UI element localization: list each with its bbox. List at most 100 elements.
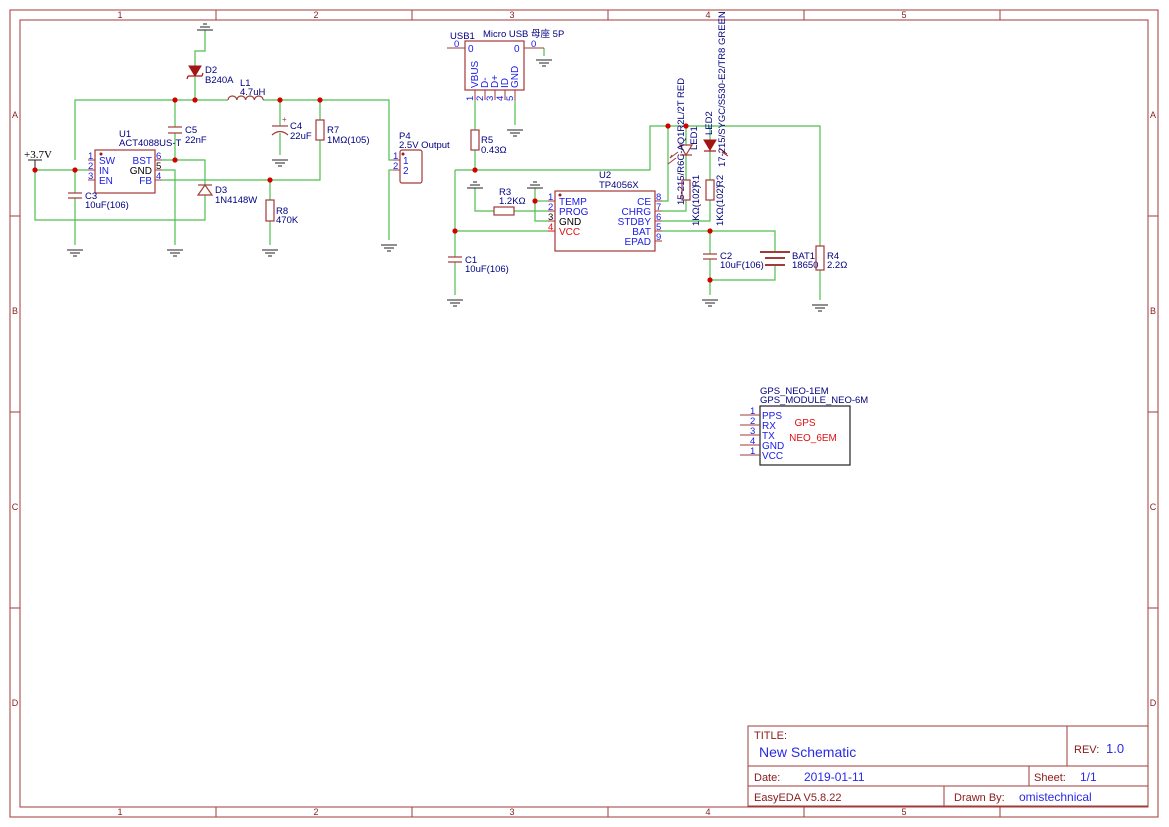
pin-name: FB [139,176,152,187]
junction-dot [267,177,273,183]
ic-u1[interactable]: U1 ACT4088US-T 1 2 3 SW IN EN 6 5 4 BST … [88,129,181,194]
capacitor-c1[interactable]: C1 10uF(106) [448,255,509,275]
pin-name: 0 [514,44,520,55]
ground-icon [262,249,278,257]
pin-name: 0 [468,44,474,55]
pin-number: 4 [156,171,161,182]
power-flag-3v7[interactable]: +3.7V [24,149,52,170]
value-label: 10uF(106) [720,260,764,271]
value-label: 10uF(106) [85,200,129,211]
title-block: TITLE: New Schematic REV: 1.0 Date: 2019… [747,725,1149,807]
value-label: ACT4088US-T [119,138,181,149]
ref-label: LED1 [689,126,700,150]
resistor-r8[interactable]: R8 470K [265,199,299,226]
ground-icon [812,304,828,312]
sheet-value: 1/1 [1080,770,1097,784]
capacitor-c3[interactable]: C3 10uF(106) [68,191,129,211]
capacitor-c2[interactable]: C2 10uF(106) [703,251,764,271]
pin-number: 9 [656,232,661,243]
junction-dot [707,277,713,283]
ground-icon [702,299,718,307]
value-label: 2.5V Output [399,140,450,151]
gps-body-text: GPS [794,418,815,429]
value-label: 4.7uH [240,87,265,98]
outer-border [9,9,1159,818]
value-label: 22uF [290,131,312,142]
junction-dot [277,97,283,103]
col-label: 2 [313,10,318,20]
ground-icon [507,129,523,137]
polarity-mark: + [282,115,287,124]
resistor-r2[interactable]: R2 1KΩ(102) [705,175,726,226]
wire[interactable] [194,30,206,66]
value-label: Micro USB 母座 5P [483,28,564,40]
value-label: TP4056X [599,180,639,191]
ground-icon [527,181,543,189]
gps-module[interactable]: GPS_NEO-1EM GPS_MODULE_NEO-6M GPS NEO_6E… [740,386,868,466]
wire[interactable] [534,188,548,222]
value-label: 0.43Ω [481,145,507,156]
col-label: 5 [901,10,906,20]
battery-bat1[interactable]: BAT1 18650 [760,251,818,271]
schematic-title: New Schematic [759,744,856,760]
pin-name: EPAD [625,237,652,248]
software-version: EasyEDA V5.8.22 [754,792,841,804]
pin-number: 0 [531,39,536,50]
gps-body-text: NEO_6EM [789,433,837,444]
pin-number: 0 [454,39,459,50]
junction-dot [317,97,323,103]
resistor-r4[interactable]: R4 2.2Ω [815,245,847,271]
resistor-r5[interactable]: R5 0.43Ω [470,129,507,156]
date-label: Date: [754,772,780,784]
row-label: B [12,306,18,316]
diode-d2[interactable]: D2 B240A [186,65,234,86]
pin-number: 3 [88,171,93,182]
value-label: 1MΩ(105) [327,135,369,146]
pin-number: 5 [505,96,516,101]
wire[interactable] [162,159,206,185]
junction-dot [32,167,38,173]
sheet-label: Sheet: [1034,772,1066,784]
inductor-l1[interactable]: L1 4.7uH [227,78,265,101]
diode-icon [188,65,202,77]
wires [34,30,821,300]
junction-dot [452,228,458,234]
junction-dot [665,123,671,129]
col-label: 1 [117,10,122,20]
col-label: 3 [509,807,514,817]
col-label: 4 [705,10,710,20]
row-label: B [1150,306,1156,316]
value-label: 18650 [792,260,818,271]
wire[interactable] [662,230,776,252]
value-label: GPS_MODULE_NEO-6M [760,395,868,406]
title-label: TITLE: [754,730,787,742]
value-label: 1.2KΩ [499,196,526,207]
value-label: 1N4148W [215,195,257,206]
sheet-frame: 1 2 3 4 5 1 2 3 4 5 A B C D A B C D [9,9,1159,818]
wire[interactable] [34,169,206,221]
capacitor-c4[interactable]: + C4 22uF [271,115,312,142]
pin-name: VCC [559,227,580,238]
value-label: 470K [276,215,299,226]
value-label: B240A [205,75,234,86]
ground-icon [67,249,83,257]
pin-number: 1 [750,446,755,457]
led-led2[interactable]: LED2 17-215/SYGC/S530-E2/TR8 GREEN [703,11,729,167]
junction-dot [472,167,478,173]
pin-name: GND [510,66,521,88]
col-label: 3 [509,10,514,20]
resistor-r7[interactable]: R7 1MΩ(105) [315,119,369,146]
wire[interactable] [474,188,494,212]
row-label: D [1150,698,1157,708]
diode-d3[interactable]: D3 1N4148W [196,183,257,206]
wire[interactable] [74,99,228,160]
wire[interactable] [162,169,176,245]
usb-connector-usb1[interactable]: USB1 Micro USB 母座 5P 0 0 0 0 VBUS D- D+ … [447,28,564,101]
junction-dot [532,198,538,204]
connector-p4[interactable]: P4 2.5V Output 1 2 1 2 [393,131,450,184]
date-value: 2019-01-11 [804,770,865,784]
ic-u2[interactable]: U2 TP4056X 1 2 3 4 TEMP PROG GND VCC 8 7… [548,170,662,252]
wire[interactable] [662,126,669,202]
wire[interactable] [388,169,393,240]
rev-value: 1.0 [1106,741,1124,756]
